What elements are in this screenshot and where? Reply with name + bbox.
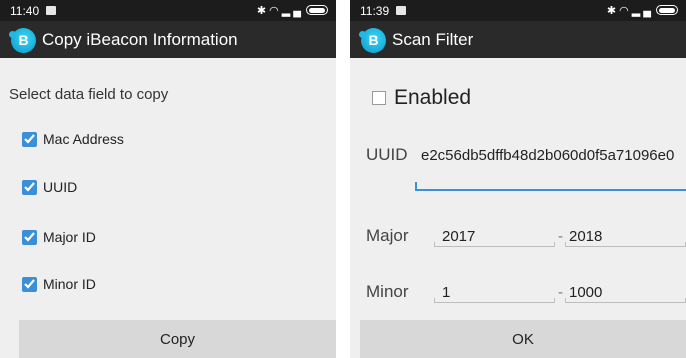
system-icons: ✱◠▂▄: [257, 4, 328, 17]
battery-icon: [306, 5, 328, 15]
dialog-title: Scan Filter: [392, 30, 474, 49]
app-logo-icon: B: [359, 28, 386, 53]
major-from-input[interactable]: 2017: [442, 228, 475, 245]
system-icons: ✱◠▂▄: [607, 4, 678, 17]
checkbox-unchecked-icon: [372, 91, 386, 105]
checkbox-major-id[interactable]: Major ID: [22, 227, 96, 247]
signal-icon: ▂▄: [281, 5, 304, 17]
notification-icon: [396, 6, 406, 15]
battery-icon: [656, 5, 678, 15]
minor-from-input[interactable]: 1: [442, 284, 450, 301]
scan-filter-screen: 11:39 ✱◠▂▄ B Scan Filter Enabled UUID e2…: [350, 0, 686, 358]
uuid-input-underline: [415, 182, 686, 191]
major-range-separator: -: [558, 228, 563, 245]
checkbox-label: Minor ID: [43, 276, 96, 292]
major-to-underline: [565, 242, 686, 247]
status-bar: 11:39 ✱◠▂▄: [350, 0, 686, 21]
status-time: 11:40: [10, 4, 40, 18]
minor-from-underline: [434, 298, 555, 303]
checkbox-checked-icon: [22, 179, 37, 195]
checkbox-label: Mac Address: [43, 131, 124, 147]
app-logo-letter: B: [18, 32, 29, 48]
minor-label: Minor: [366, 282, 409, 301]
signal-icon: ▂▄: [631, 5, 654, 17]
major-to-input[interactable]: 2018: [569, 228, 602, 245]
uuid-label: UUID: [366, 145, 408, 164]
status-bar: 11:40 ✱◠▂▄: [0, 0, 336, 21]
checkbox-label: Major ID: [43, 229, 96, 245]
select-field-prompt: Select data field to copy: [9, 86, 169, 103]
wifi-icon: ◠: [619, 5, 632, 17]
minor-range-separator: -: [558, 284, 563, 301]
bluetooth-icon: ✱: [606, 5, 620, 17]
checkbox-mac-address[interactable]: Mac Address: [22, 129, 124, 149]
notification-icon: [46, 6, 56, 15]
uuid-input[interactable]: e2c56db5dffb48d2b060d0f5a71096e0: [421, 147, 683, 164]
minor-to-input[interactable]: 1000: [569, 284, 602, 301]
bluetooth-icon: ✱: [256, 5, 270, 17]
status-time: 11:39: [360, 4, 390, 18]
enabled-checkbox[interactable]: Enabled: [372, 86, 471, 110]
checkbox-label: UUID: [43, 179, 78, 195]
action-bar: B Scan Filter: [350, 21, 686, 58]
major-label: Major: [366, 226, 409, 245]
dialog-title: Copy iBeacon Information: [42, 30, 238, 49]
enabled-label: Enabled: [394, 86, 472, 109]
checkbox-checked-icon: [22, 276, 37, 292]
minor-to-underline: [565, 298, 686, 303]
checkbox-checked-icon: [22, 131, 37, 147]
checkbox-uuid[interactable]: UUID: [22, 177, 77, 197]
major-from-underline: [434, 242, 555, 247]
ok-button[interactable]: OK: [360, 320, 686, 358]
app-logo-icon: B: [9, 28, 36, 53]
checkbox-minor-id[interactable]: Minor ID: [22, 274, 96, 294]
app-logo-letter: B: [368, 32, 379, 48]
copy-ibeacon-screen: 11:40 ✱◠▂▄ B Copy iBeacon Information Se…: [0, 0, 336, 358]
wifi-icon: ◠: [269, 5, 282, 17]
copy-button[interactable]: Copy: [19, 320, 336, 358]
action-bar: B Copy iBeacon Information: [0, 21, 336, 58]
checkbox-checked-icon: [22, 229, 37, 245]
